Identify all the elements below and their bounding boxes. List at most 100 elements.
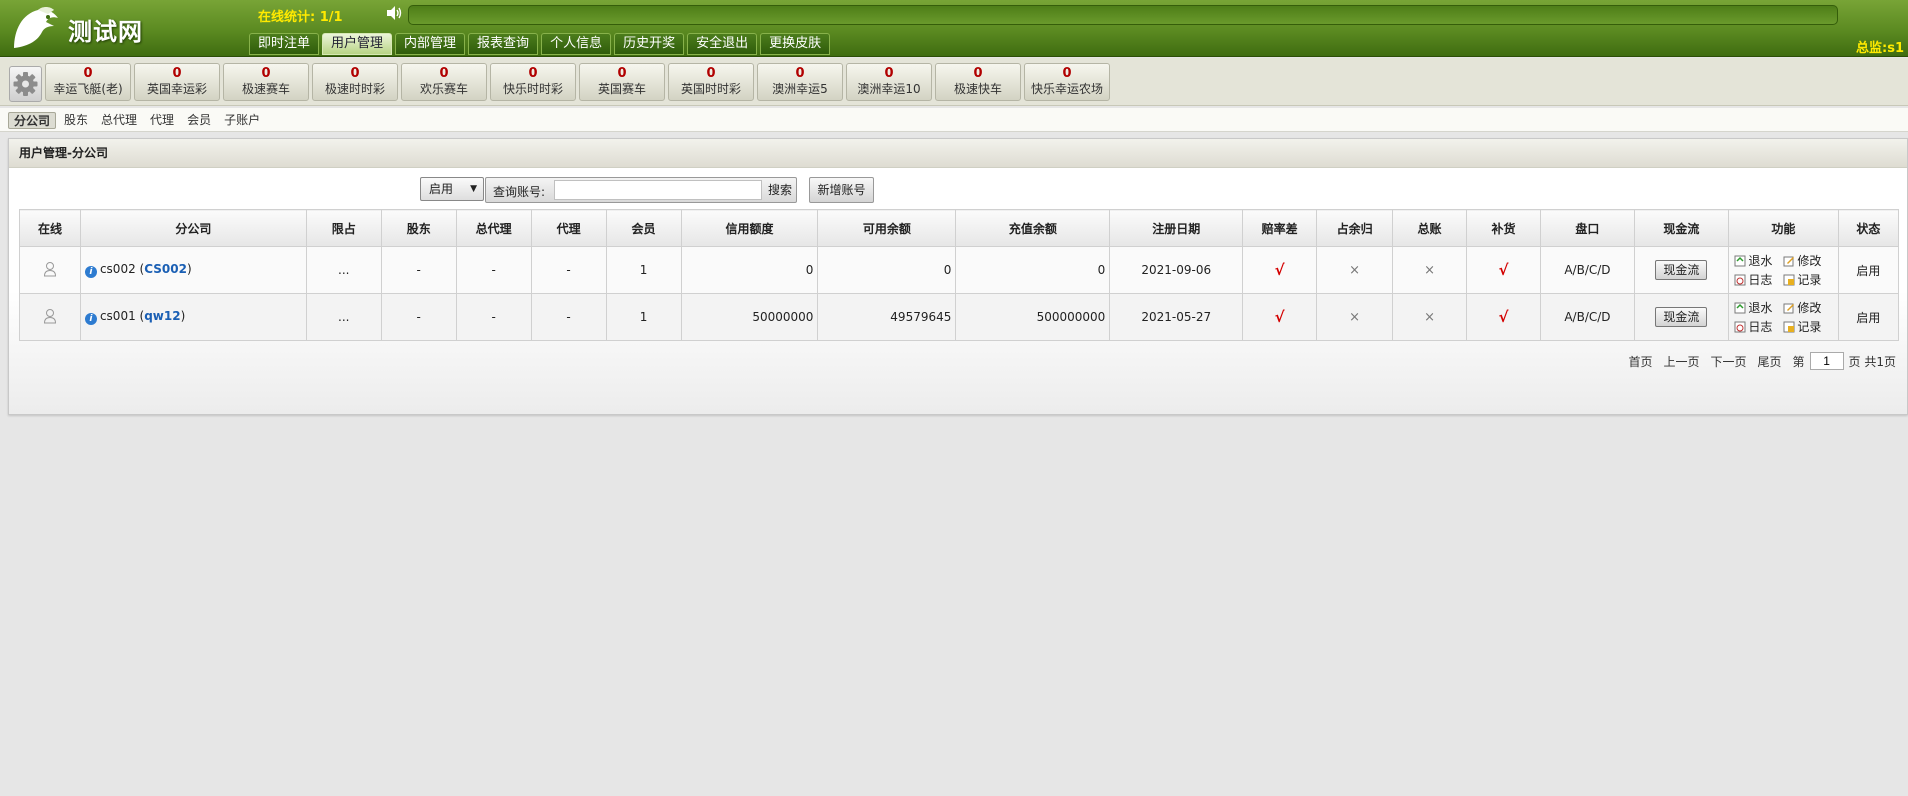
info-icon[interactable]: i [84, 313, 97, 325]
game-name: 英国赛车 [597, 82, 646, 96]
settings-gear-button[interactable] [9, 66, 42, 102]
edit-button[interactable]: 修改 [1783, 252, 1832, 269]
online-cell [19, 246, 81, 294]
status-filter-select[interactable]: 启用 ▼ [420, 177, 484, 201]
check-icon: √ [1274, 308, 1285, 326]
game-tile[interactable]: 0 英国幸运彩 [134, 63, 220, 101]
account-name: cs002 [99, 262, 136, 276]
game-tile[interactable]: 0 快乐幸运农场 [1024, 63, 1110, 101]
search-button[interactable]: 搜索 [765, 180, 795, 200]
tab-general-agent[interactable]: 总代理 [96, 112, 142, 129]
limit-cell[interactable]: ... [305, 246, 382, 294]
game-name: 英国幸运彩 [146, 82, 207, 96]
cross-icon: × [1424, 309, 1435, 325]
speaker-icon[interactable] [385, 5, 403, 21]
game-name: 欢乐赛车 [419, 82, 468, 96]
nav-change-skin[interactable]: 更换皮肤 [760, 33, 831, 55]
nav-personal-info[interactable]: 个人信息 [541, 33, 612, 55]
tab-shareholder[interactable]: 股东 [59, 112, 93, 129]
nav-reports[interactable]: 报表查询 [468, 33, 539, 55]
game-tile[interactable]: 0 澳洲幸运10 [846, 63, 932, 101]
edit-button[interactable]: 修改 [1783, 299, 1832, 316]
gear-icon [13, 72, 38, 96]
game-tile[interactable]: 0 极速赛车 [223, 63, 309, 101]
log-button[interactable]: 日志 [1734, 318, 1783, 335]
info-icon[interactable]: i [84, 266, 97, 278]
general-agent-cell: - [455, 293, 532, 341]
pagination: 首页 上一页 下一页 尾页 第 页 共1页 [1617, 352, 1896, 370]
site-logo-text: 测试网 [68, 18, 143, 46]
main-nav: 即时注单 用户管理 内部管理 报表查询 个人信息 历史开奖 安全退出 更换皮肤 [249, 33, 833, 55]
game-tile[interactable]: 0 澳洲幸运5 [757, 63, 843, 101]
log-label: 日志 [1748, 320, 1773, 334]
account-nickname-link[interactable]: qw12 [144, 309, 180, 323]
shareholder-cell: - [380, 246, 457, 294]
game-count: 0 [617, 66, 627, 81]
cash-flow-button[interactable]: 现金流 [1655, 260, 1708, 280]
record-button[interactable]: 记录 [1783, 318, 1832, 335]
check-icon: √ [1274, 261, 1285, 279]
tab-member[interactable]: 会员 [182, 112, 216, 129]
rebate-button[interactable]: 退水 [1734, 252, 1783, 269]
cash-flow-button[interactable]: 现金流 [1655, 307, 1708, 327]
game-tile[interactable]: 0 欢乐赛车 [401, 63, 487, 101]
credit-cell: 50000000 [680, 293, 819, 341]
game-tile[interactable]: 0 极速时时彩 [312, 63, 398, 101]
log-icon [1734, 321, 1746, 333]
prev-page-link[interactable]: 上一页 [1663, 353, 1699, 370]
nav-internal-management[interactable]: 内部管理 [395, 33, 466, 55]
game-count: 0 [528, 66, 538, 81]
game-tile[interactable]: 0 英国时时彩 [668, 63, 754, 101]
status-cell[interactable]: 启用 [1837, 246, 1900, 294]
nav-draw-history[interactable]: 历史开奖 [614, 33, 685, 55]
agent-cell: - [530, 246, 607, 294]
page-number-input[interactable] [1809, 352, 1844, 370]
nav-user-management[interactable]: 用户管理 [322, 33, 393, 55]
remainder-cell: × [1316, 293, 1394, 341]
game-tile[interactable]: 0 英国赛车 [579, 63, 665, 101]
next-page-link[interactable]: 下一页 [1711, 353, 1747, 370]
log-label: 日志 [1748, 273, 1773, 287]
last-page-link[interactable]: 尾页 [1758, 353, 1782, 370]
game-name: 极速快车 [953, 82, 1002, 96]
game-tile[interactable]: 0 快乐时时彩 [490, 63, 576, 101]
credit-cell: 0 [680, 246, 819, 294]
game-count: 0 [973, 66, 983, 81]
nav-logout[interactable]: 安全退出 [687, 33, 758, 55]
account-search-input[interactable] [554, 180, 762, 200]
remainder-cell: × [1316, 246, 1394, 294]
first-page-link[interactable]: 首页 [1628, 353, 1652, 370]
game-count: 0 [83, 66, 93, 81]
game-tile[interactable]: 0 幸运飞艇(老) [45, 63, 131, 101]
game-name: 快乐幸运农场 [1030, 82, 1103, 96]
reg-date-cell: 2021-05-27 [1109, 293, 1244, 341]
game-count: 0 [350, 66, 360, 81]
odds-diff-cell: √ [1242, 246, 1318, 294]
members-cell[interactable]: 1 [605, 293, 682, 341]
account-nickname-link[interactable]: CS002 [144, 262, 187, 276]
tab-agent[interactable]: 代理 [145, 112, 179, 129]
page-suffix: 页 共1页 [1848, 354, 1896, 369]
game-count: 0 [795, 66, 805, 81]
game-list: 0 幸运飞艇(老) 0 英国幸运彩 0 极速赛车 0 极速时时彩 0 欢乐赛车 0 快乐时时… [45, 63, 1113, 101]
game-name: 幸运飞艇(老) [53, 82, 123, 96]
members-cell[interactable]: 1 [605, 246, 682, 294]
limit-cell[interactable]: ... [305, 293, 382, 341]
tab-sub-account[interactable]: 子账户 [219, 112, 265, 129]
add-account-button[interactable]: 新增账号 [809, 177, 874, 203]
column-header: 限占 [305, 209, 382, 247]
rebate-label: 退水 [1748, 301, 1773, 315]
column-header: 充值余额 [955, 209, 1111, 247]
game-tile[interactable]: 0 极速快车 [935, 63, 1021, 101]
record-icon [1783, 274, 1795, 286]
cash-flow-cell: 现金流 [1633, 293, 1729, 341]
subtab-bar [0, 108, 1908, 132]
odds-diff-cell: √ [1242, 293, 1318, 341]
record-button[interactable]: 记录 [1783, 271, 1832, 288]
rebate-button[interactable]: 退水 [1734, 299, 1783, 316]
status-cell[interactable]: 启用 [1837, 293, 1900, 341]
tab-branch[interactable]: 分公司 [8, 112, 57, 129]
search-label: 查询账号: [493, 185, 546, 199]
log-button[interactable]: 日志 [1734, 271, 1783, 288]
nav-instant-bets[interactable]: 即时注单 [249, 33, 320, 55]
